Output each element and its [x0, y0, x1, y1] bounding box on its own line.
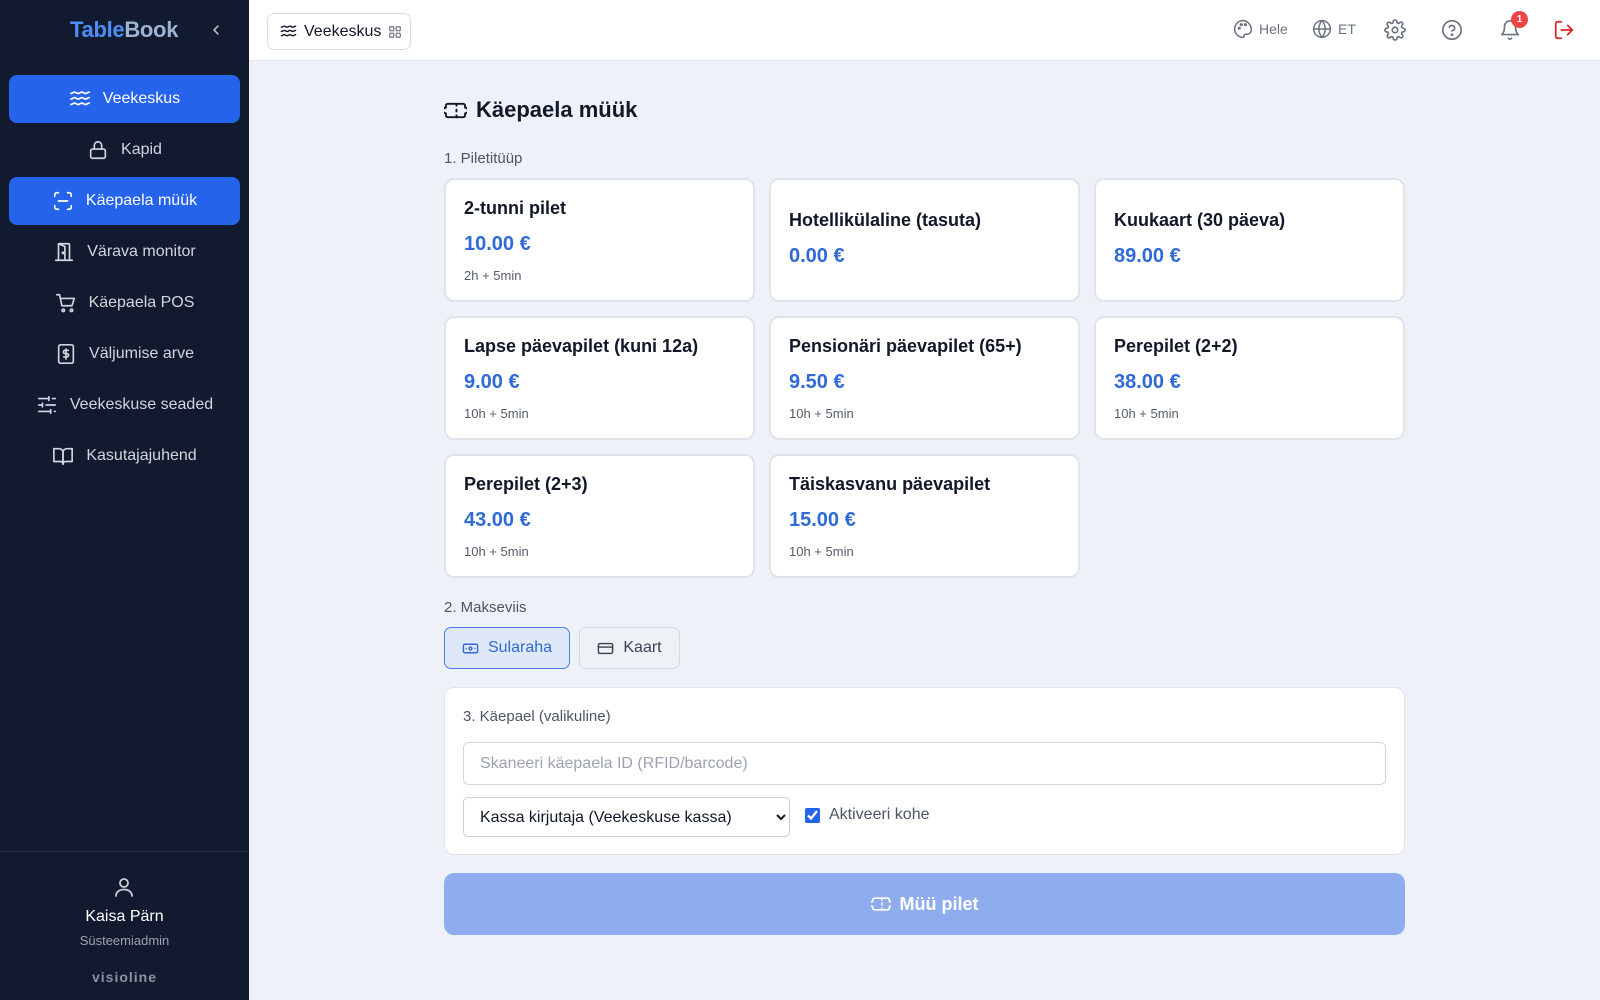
step-wristband-label: 3. Käepael (valikuline) [463, 708, 611, 725]
ticket-card[interactable]: Lapse päevapilet (kuni 12a) 9.00 € 10h +… [444, 316, 755, 440]
module-switcher-button[interactable]: Veekeskus [267, 13, 411, 50]
sidebar-nav: Veekeskus Kapid Käepaela müük Värava mon… [9, 75, 240, 483]
language-label: ET [1338, 21, 1356, 37]
door-icon [55, 242, 74, 262]
sidebar-item-veekeskus[interactable]: Veekeskus [9, 75, 240, 123]
theme-label: Hele [1259, 21, 1288, 37]
receipt-icon [57, 344, 75, 364]
ticket-card[interactable]: Pensionäri päevapilet (65+) 9.50 € 10h +… [769, 316, 1080, 440]
book-icon [53, 447, 74, 466]
ticket-icon [870, 897, 891, 911]
sidebar-item-kapid[interactable]: Kapid [9, 126, 240, 174]
sliders-icon [37, 395, 56, 415]
sell-ticket-button[interactable]: Müü pilet [444, 873, 1405, 935]
settings-button[interactable] [1384, 19, 1406, 41]
sidebar-item-varava-monitor[interactable]: Värava monitor [9, 228, 240, 276]
wristband-id-input[interactable] [463, 742, 1386, 785]
ticket-card[interactable]: Hotellikülaline (tasuta) 0.00 € [769, 178, 1080, 302]
user-name: Kaisa Pärn [85, 908, 164, 925]
step-payment-label: 2. Makseviis [444, 599, 527, 616]
top-header: Veekeskus Hele ET 1 [249, 0, 1600, 61]
notifications-button[interactable]: 1 [1499, 11, 1528, 41]
waves-icon [280, 25, 297, 37]
logout-icon [1554, 20, 1574, 40]
payment-card-button[interactable]: Kaart [579, 627, 680, 669]
grid-icon [389, 25, 402, 38]
sidebar-item-kaepaela-muuk[interactable]: Käepaela müük [9, 177, 240, 225]
sidebar-item-valjumise-arve[interactable]: Väljumise arve [9, 330, 240, 378]
user-panel: Kaisa Pärn Süsteemiadmin visioline [0, 851, 249, 1000]
language-selector[interactable]: ET [1312, 19, 1356, 39]
activate-now-label: Aktiveeri kohe [829, 806, 930, 823]
notification-badge: 1 [1511, 11, 1528, 28]
ticket-card[interactable]: Kuukaart (30 päeva) 89.00 € [1094, 178, 1405, 302]
footer-brand: visioline [91, 969, 158, 985]
help-button[interactable] [1441, 19, 1463, 41]
theme-toggle[interactable]: Hele [1233, 19, 1288, 39]
activate-now-toggle[interactable]: Aktiveeri kohe [805, 806, 930, 824]
ticket-card[interactable]: Täiskasvanu päevapilet 15.00 € 10h + 5mi… [769, 454, 1080, 578]
user-icon[interactable] [112, 875, 136, 899]
globe-icon [1312, 19, 1332, 39]
wristband-panel: 3. Käepael (valikuline) Kassa kirjutaja … [444, 687, 1405, 855]
cash-icon [462, 643, 479, 653]
user-role: Süsteemiadmin [79, 933, 170, 948]
step-ticket-type-label: 1. Piletitüüp [444, 150, 523, 167]
credit-card-icon [598, 642, 614, 654]
sidebar: TableBook Veekeskus Kapid Käepaela müük … [0, 0, 249, 1000]
chevron-left-icon[interactable] [206, 20, 226, 40]
brand-logo[interactable]: TableBook [70, 17, 178, 43]
ticket-card[interactable]: Perepilet (2+2) 38.00 € 10h + 5min [1094, 316, 1405, 440]
activate-now-checkbox[interactable] [805, 807, 820, 823]
sidebar-item-veekeskuse-seaded[interactable]: Veekeskuse seaded [9, 381, 240, 429]
ticket-card[interactable]: 2-tunni pilet 10.00 € 2h + 5min [444, 178, 755, 302]
payment-cash-button[interactable]: Sularaha [444, 627, 570, 669]
module-name: Veekeskus [304, 22, 382, 40]
sidebar-item-kasutajajuhend[interactable]: Kasutajajuhend [9, 432, 240, 480]
palette-icon [1234, 19, 1253, 39]
ticket-card[interactable]: Perepilet (2+3) 43.00 € 10h + 5min [444, 454, 755, 578]
cart-icon [55, 293, 75, 313]
gear-icon [1384, 19, 1406, 41]
waves-icon [69, 91, 90, 106]
writer-select[interactable]: Kassa kirjutaja (Veekeskuse kassa) [463, 797, 790, 837]
brand-area: TableBook [0, 0, 249, 61]
ticket-icon [444, 102, 467, 118]
logout-button[interactable] [1553, 19, 1575, 41]
page-title: Käepaela müük [444, 97, 637, 123]
lock-icon [89, 140, 107, 160]
scan-icon [53, 191, 72, 211]
sidebar-item-kaepaela-pos[interactable]: Käepaela POS [9, 279, 240, 327]
help-icon [1442, 20, 1462, 40]
